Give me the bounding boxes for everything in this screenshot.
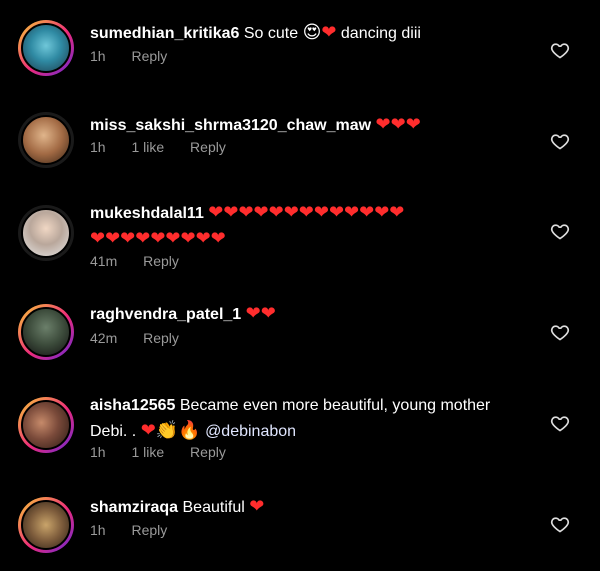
reply-button[interactable]: Reply <box>190 444 226 460</box>
emoji-row: ❤👏🔥 <box>140 420 201 440</box>
like-button[interactable] <box>550 514 570 534</box>
comment-text: So cute <box>243 25 299 42</box>
comment-username[interactable]: shamziraqa <box>90 499 178 516</box>
like-button[interactable] <box>550 221 570 241</box>
heart-outline-icon <box>550 43 570 59</box>
comment-time: 1h <box>90 444 106 460</box>
comment-time: 41m <box>90 253 118 269</box>
avatar[interactable] <box>18 205 74 261</box>
like-button[interactable] <box>550 40 570 60</box>
comment-text-2: dancing diii <box>340 25 421 42</box>
heart-outline-icon <box>550 416 570 432</box>
like-button[interactable] <box>550 413 570 433</box>
comment-username[interactable]: aisha12565 <box>90 397 175 414</box>
heart-emojis: ❤❤ <box>245 303 276 323</box>
heart-emojis: ❤❤❤ <box>375 114 421 134</box>
heart-eyes-emoji: 😍 <box>302 22 322 42</box>
like-count[interactable]: 1 like <box>131 444 164 460</box>
avatar[interactable] <box>18 112 74 168</box>
reply-button[interactable]: Reply <box>131 48 167 64</box>
comment-username[interactable]: sumedhian_kritika6 <box>90 25 239 42</box>
heart-outline-icon <box>550 325 570 341</box>
comment-text: Beautiful <box>182 499 245 516</box>
comment-time: 1h <box>90 139 106 155</box>
comment-username[interactable]: miss_sakshi_shrma3120_chaw_maw <box>90 117 371 134</box>
like-button[interactable] <box>550 131 570 151</box>
reply-button[interactable]: Reply <box>131 522 167 538</box>
heart-outline-icon <box>550 134 570 150</box>
comment-username[interactable]: mukeshdalal11 <box>90 205 204 222</box>
reply-button[interactable]: Reply <box>143 330 179 346</box>
avatar[interactable] <box>18 304 74 360</box>
heart-outline-icon <box>550 517 570 533</box>
comment-username[interactable]: raghvendra_patel_1 <box>90 306 241 323</box>
heart-emoji: ❤ <box>249 496 265 516</box>
like-count[interactable]: 1 like <box>131 139 164 155</box>
reply-button[interactable]: Reply <box>190 139 226 155</box>
avatar[interactable] <box>18 397 74 453</box>
comment-time: 42m <box>90 330 118 346</box>
avatar[interactable] <box>18 20 74 76</box>
reply-button[interactable]: Reply <box>143 253 179 269</box>
like-button[interactable] <box>550 322 570 342</box>
heart-emojis-line1: ❤❤❤❤❤❤❤❤❤❤❤❤❤ <box>208 202 405 222</box>
mention-link[interactable]: @debinabon <box>205 423 296 440</box>
heart-emoji: ❤ <box>321 22 337 42</box>
comment-time: 1h <box>90 48 106 64</box>
comment-text: Became even more beautiful, young mother <box>179 397 491 414</box>
comment-text-2: Debi. . <box>90 423 137 440</box>
heart-outline-icon <box>550 224 570 240</box>
comment-time: 1h <box>90 522 106 538</box>
heart-emojis-line2: ❤❤❤❤❤❤❤❤❤ <box>90 228 226 248</box>
avatar[interactable] <box>18 497 74 553</box>
